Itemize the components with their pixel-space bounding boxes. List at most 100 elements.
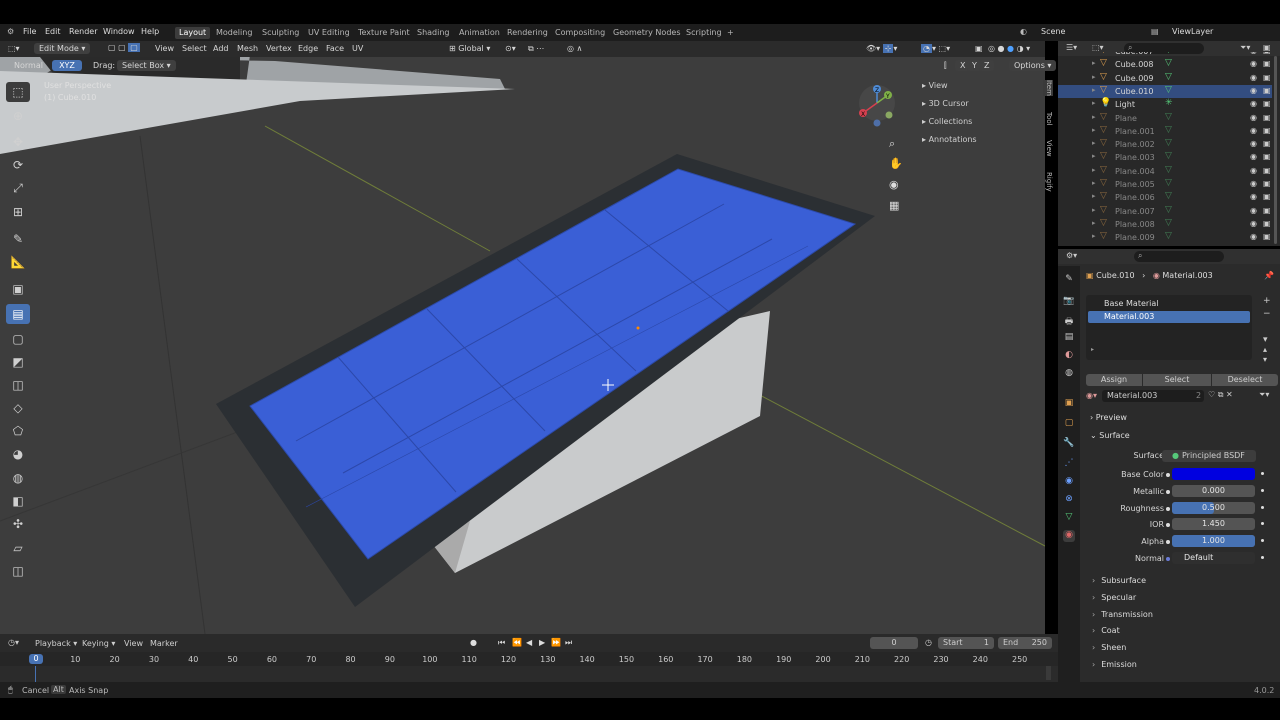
menu-edit[interactable]: Edit — [45, 27, 61, 36]
tab-modeling[interactable]: Modeling — [216, 28, 252, 37]
blender-logo-icon[interactable]: ⚙ — [7, 27, 14, 36]
transform-tool-icon[interactable]: ⊞ — [6, 202, 30, 222]
slider-field[interactable]: 1.000 — [1172, 535, 1255, 548]
visibility-eye-icon[interactable]: ◉ — [1250, 232, 1257, 241]
visibility-eye-icon[interactable]: ◉ — [1250, 73, 1257, 82]
preview-range-icon[interactable]: ◷ — [925, 638, 932, 647]
tab-uv-editing[interactable]: UV Editing — [308, 28, 350, 37]
inset-tool-icon[interactable]: ▢ — [6, 329, 30, 349]
outliner-row[interactable]: ▸ ▽ Cube.010 ▽ ◉ ▣ — [1058, 84, 1272, 98]
timeline-editor-icon[interactable]: ◷▾ — [8, 638, 19, 647]
tab-animation[interactable]: Animation — [459, 28, 500, 37]
menu-timeline-view[interactable]: View — [124, 639, 143, 648]
properties-editor-icon[interactable]: ⚙▾ — [1066, 251, 1077, 260]
expand-icon[interactable]: ▸ — [1091, 346, 1094, 353]
timeline[interactable]: 0 10 20 30 40 50 60 70 80 90 100 110 120 130 140 150 160… — [0, 652, 1058, 682]
render-camera-icon[interactable]: ▣ — [1263, 99, 1271, 108]
keyframe-dot-icon[interactable] — [1261, 488, 1264, 492]
keyframe-dot-icon[interactable] — [1261, 556, 1264, 559]
tab-sculpting[interactable]: Sculpting — [262, 28, 299, 37]
bevel-tool-icon[interactable]: ◩ — [6, 352, 30, 372]
npanel-collections[interactable]: ▸ Collections — [922, 117, 972, 126]
tab-view[interactable]: View — [1043, 140, 1053, 157]
current-frame-field[interactable]: 0 — [870, 637, 918, 649]
modifier-tab-icon[interactable]: 🔧 — [1063, 438, 1075, 450]
viewlayer-selector[interactable]: ViewLayer — [1172, 27, 1213, 36]
spin-tool-icon[interactable]: ◕ — [6, 444, 30, 464]
tab-rigify[interactable]: Rigify — [1043, 172, 1053, 192]
smooth-tool-icon[interactable]: ◍ — [6, 468, 30, 488]
render-camera-icon[interactable]: ▣ — [1263, 179, 1271, 188]
rip-region-tool-icon[interactable]: ◫ — [6, 561, 30, 581]
options-button[interactable]: Options ▾ — [1009, 60, 1057, 71]
xray-icon[interactable]: ▣ — [975, 44, 983, 53]
expand-arrow-icon[interactable]: ▸ — [1092, 179, 1096, 187]
tab-layout[interactable]: Layout — [175, 27, 211, 39]
outliner-scrollbar[interactable] — [1274, 56, 1277, 244]
measure-tool-icon[interactable]: 📐 — [6, 252, 30, 272]
render-camera-icon[interactable]: ▣ — [1263, 52, 1271, 55]
visibility-eye-icon[interactable]: ◉ — [1250, 126, 1257, 135]
tab-texture-paint[interactable]: Texture Paint — [358, 28, 410, 37]
end-frame-field[interactable]: End 250 — [998, 637, 1052, 649]
expand-arrow-icon[interactable]: ▸ — [1092, 219, 1096, 227]
slider-field[interactable]: 0.000 — [1172, 484, 1255, 497]
expand-arrow-icon[interactable]: ▸ — [1092, 152, 1096, 160]
scale-tool-icon[interactable]: ⤢ — [6, 178, 30, 198]
collection-tab-icon[interactable]: ▣ — [1063, 398, 1075, 410]
npanel-3d-cursor[interactable]: ▸ 3D Cursor — [922, 99, 969, 108]
add-cube-tool-icon[interactable]: ▣ — [6, 279, 30, 299]
expand-arrow-icon[interactable]: ▸ — [1092, 206, 1096, 214]
slider-field[interactable]: 0.500 — [1172, 501, 1255, 514]
tab-compositing[interactable]: Compositing — [555, 28, 605, 37]
navigation-gizmo[interactable]: Z Y X — [855, 83, 900, 133]
material-name-field[interactable]: Material.003 — [1102, 390, 1204, 402]
render-camera-icon[interactable]: ▣ — [1263, 206, 1271, 215]
menu-add[interactable]: Add — [213, 44, 229, 53]
outliner-row[interactable]: ▸ ▽ Plane.004 ▽ ◉ ▣ — [1058, 165, 1272, 178]
snap-icon[interactable]: ⧉ ⋯ — [528, 44, 544, 54]
visibility-eye-icon[interactable]: ◉ — [1250, 99, 1257, 108]
select-button[interactable]: Select — [1143, 374, 1211, 386]
edge-slide-tool-icon[interactable]: ◧ — [6, 491, 30, 511]
rotate-tool-icon[interactable]: ⟳ — [6, 155, 30, 175]
menu-select[interactable]: Select — [182, 44, 207, 53]
new-collection-icon[interactable]: ▣ — [1263, 43, 1271, 52]
tab-item[interactable]: Item — [1043, 80, 1053, 96]
render-tab-icon[interactable]: 📷 — [1063, 296, 1075, 308]
menu-window[interactable]: Window — [103, 27, 135, 36]
material-link-icon[interactable]: ⏷▾ — [1259, 390, 1269, 400]
render-camera-icon[interactable]: ▣ — [1263, 232, 1271, 241]
play-icon[interactable]: ▶ — [539, 638, 545, 647]
npanel-annotations[interactable]: ▸ Annotations — [922, 135, 977, 144]
render-camera-icon[interactable]: ▣ — [1263, 86, 1271, 95]
select-mode-buttons[interactable]: ▢ ▢ ▢ — [108, 43, 140, 52]
physics-tab-icon[interactable]: ◉ — [1063, 476, 1075, 488]
cursor-tool-icon[interactable]: ⊕ — [6, 106, 30, 126]
editor-type-icon[interactable]: ⬚▾ — [8, 44, 20, 53]
menu-edge[interactable]: Edge — [298, 44, 318, 53]
assign-button[interactable]: Assign — [1086, 374, 1142, 386]
camera-icon[interactable]: ◉ — [889, 178, 899, 191]
menu-uv[interactable]: UV — [352, 44, 363, 53]
annotate-tool-icon[interactable]: ✎ — [6, 229, 30, 249]
npanel-view[interactable]: ▸ View — [922, 81, 948, 90]
render-camera-icon[interactable]: ▣ — [1263, 219, 1271, 228]
proportional-edit-icon[interactable]: ◎ ∧ — [567, 44, 582, 53]
pin-icon[interactable]: 📌 — [1264, 271, 1274, 280]
outliner-row[interactable]: ▸ ▽ Plane.006 ▽ ◉ ▣ — [1058, 191, 1272, 204]
outliner-row[interactable]: ▸ ▽ Plane.005 ▽ ◉ ▣ — [1058, 178, 1272, 191]
start-frame-field[interactable]: Start 1 — [938, 637, 994, 649]
menu-vertex[interactable]: Vertex — [266, 44, 292, 53]
pan-hand-icon[interactable]: ✋ — [889, 157, 903, 170]
next-keyframe-icon[interactable]: ⏩ — [551, 638, 561, 647]
view-layer-tab-icon[interactable]: ▤ — [1063, 332, 1075, 344]
normal-field[interactable]: Default — [1172, 552, 1255, 564]
menu-render[interactable]: Render — [69, 27, 97, 36]
properties-search-icon[interactable]: ⌕ — [1134, 251, 1224, 262]
poly-build-tool-icon[interactable]: ⬠ — [6, 421, 30, 441]
keyframe-dot-icon[interactable] — [1261, 505, 1264, 509]
record-button[interactable]: ● — [470, 638, 477, 647]
tab-geometry-nodes[interactable]: Geometry Nodes — [613, 28, 680, 37]
slot-base-material[interactable]: Base Material — [1088, 298, 1250, 310]
